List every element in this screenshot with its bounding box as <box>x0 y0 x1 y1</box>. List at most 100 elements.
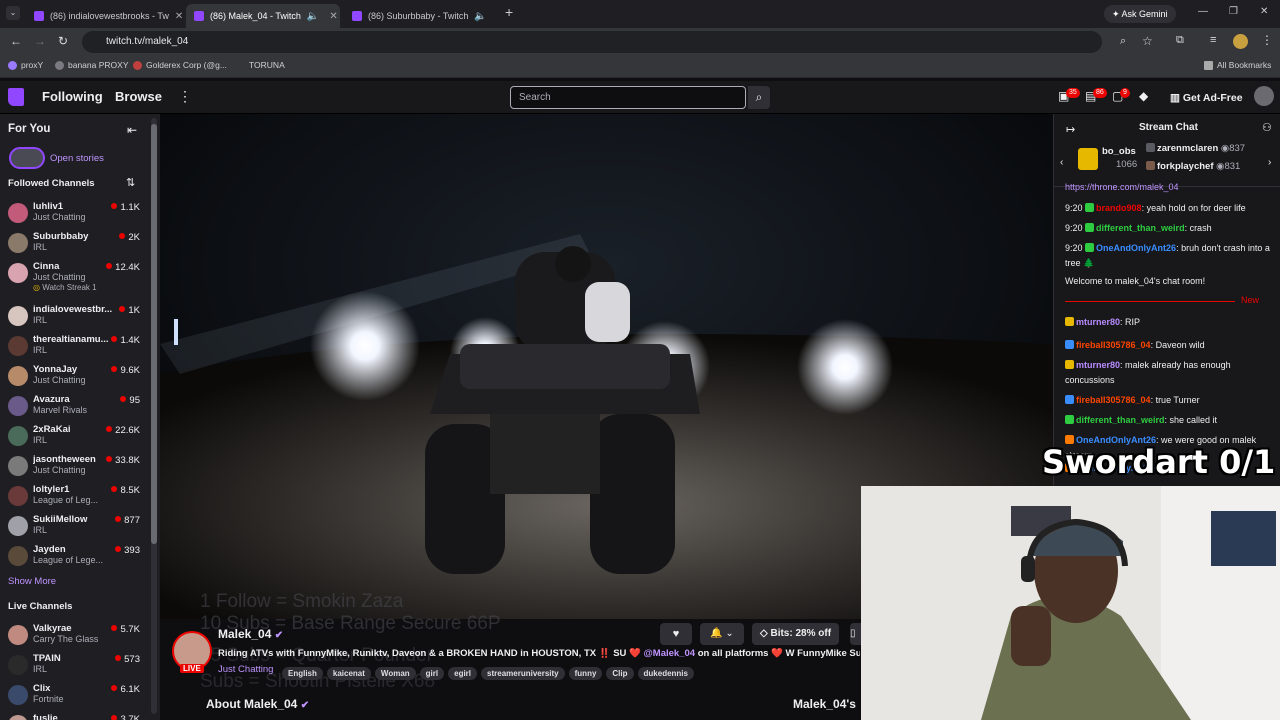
star-icon[interactable]: ☆ <box>1142 34 1153 48</box>
leader-third[interactable]: forkplaychef ◉831 <box>1146 161 1274 175</box>
bookmark-item[interactable]: TORUNA <box>249 60 285 70</box>
sidebar-scrollbar[interactable] <box>151 118 157 714</box>
sidebar-channel-0[interactable]: luhliv1 Just Chatting 1.1K <box>0 200 150 230</box>
tag-chip[interactable]: English <box>282 667 323 680</box>
user-avatar[interactable] <box>1254 86 1274 106</box>
scrollbar-thumb[interactable] <box>151 124 157 544</box>
category-link[interactable]: Just Chatting <box>218 664 273 675</box>
browser-tab-3[interactable]: (86) Suburbbaby - Twitch 🔈 ✕ <box>344 4 498 28</box>
media-icon[interactable]: ≡ <box>1210 34 1216 46</box>
profile-avatar[interactable] <box>1233 34 1248 49</box>
chat-username[interactable]: different_than_weird <box>1096 223 1185 233</box>
search-input[interactable]: Search <box>510 86 746 109</box>
zoom-icon[interactable]: ⌕ <box>1120 35 1126 48</box>
tag-chip[interactable]: egirl <box>448 667 478 680</box>
tag-chip[interactable]: streameruniversity <box>481 667 565 680</box>
bookmark-item[interactable]: Golderex Corp (@g... <box>133 60 227 70</box>
crown-icon[interactable]: ◆ <box>1139 89 1148 103</box>
tag-chip[interactable]: funny <box>568 667 603 680</box>
bits-button[interactable]: ◇ Bits: 28% off <box>752 623 840 645</box>
leader-first[interactable]: bo_obs 1066 <box>1078 146 1142 174</box>
stream-title-mention[interactable]: @Malek_04 <box>644 648 696 659</box>
channel-name: therealtianamu... <box>33 334 109 345</box>
window-close-button[interactable]: ✕ <box>1260 6 1268 17</box>
show-more-link[interactable]: Show More <box>8 576 56 587</box>
badge-icon <box>1085 223 1095 232</box>
chat-username[interactable]: OneAndOnlyAnt26 <box>1096 243 1176 253</box>
tag-chip[interactable]: Woman <box>374 667 416 680</box>
chat-link[interactable]: https://throne.com/malek_04 <box>1065 182 1179 192</box>
all-bookmarks[interactable]: All Bookmarks <box>1204 60 1271 70</box>
browser-tab-2[interactable]: (86) Malek_04 - Twitch 🔈 ✕ <box>186 4 340 28</box>
tag-chip[interactable]: girl <box>419 667 445 680</box>
chat-username[interactable]: different_than_weird <box>1076 415 1165 425</box>
live-channel-0[interactable]: Valkyrae Carry The Glass 5.7K <box>0 622 150 652</box>
bookmark-item[interactable]: proxY <box>8 60 43 70</box>
menu-icon[interactable]: ⋮ <box>1261 33 1273 47</box>
chat-username[interactable]: fireball305786_04 <box>1076 395 1151 405</box>
bookmark-item[interactable]: banana PROXY <box>55 60 128 70</box>
close-icon[interactable]: ✕ <box>491 11 498 22</box>
viewer-count: 573 <box>115 654 140 665</box>
url-field[interactable]: twitch.tv/malek_04 <box>82 31 1102 53</box>
browser-tab-1[interactable]: (86) indialovewestbrooks - Tw ✕ <box>26 4 182 28</box>
twitch-logo-icon[interactable] <box>8 88 24 106</box>
live-channel-1[interactable]: TPAIN IRL 573 <box>0 652 150 682</box>
channel-name[interactable]: Malek_04 ✔ <box>218 627 283 641</box>
get-ad-free-button[interactable]: ▥ Get Ad-Free <box>1164 87 1249 109</box>
sidebar-channel-9[interactable]: loltyler1 League of Leg... 8.5K <box>0 483 150 513</box>
more-icon[interactable]: ⋮ <box>178 88 192 105</box>
forward-icon[interactable]: → <box>34 34 46 48</box>
new-label: New <box>1241 295 1260 305</box>
tag-chip[interactable]: dukedennis <box>637 667 694 680</box>
sidebar-channel-1[interactable]: Suburbbaby IRL 2K <box>0 230 150 260</box>
sidebar-channel-6[interactable]: Avazura Marvel Rivals 95 <box>0 393 150 423</box>
back-icon[interactable]: ← <box>10 34 22 48</box>
sidebar-channel-11[interactable]: Jayden League of Lege... 393 <box>0 543 150 573</box>
leaderboard-prev-icon[interactable]: ‹ <box>1060 157 1063 168</box>
close-icon[interactable]: ✕ <box>323 11 337 22</box>
open-stories-link[interactable]: Open stories <box>50 153 104 164</box>
minimize-button[interactable]: — <box>1198 6 1208 17</box>
leader-second[interactable]: zarenmclaren ◉837 <box>1146 143 1274 157</box>
sort-icon[interactable]: ⇅ <box>126 176 135 189</box>
tag-chip[interactable]: kaicenat <box>326 667 371 680</box>
maximize-button[interactable]: ❐ <box>1229 6 1238 17</box>
tag-chip[interactable]: Clip <box>606 667 634 680</box>
sidebar-channel-7[interactable]: 2xRaKai IRL 22.6K <box>0 423 150 453</box>
chat-username[interactable]: fireball305786_04 <box>1076 340 1151 350</box>
sidebar-channel-2[interactable]: Cinna Just Chatting 12.4K ◎ Watch Streak 1 <box>0 260 150 292</box>
chat-username[interactable]: mturner80 <box>1076 317 1120 327</box>
close-icon[interactable]: ✕ <box>169 11 182 22</box>
extensions-icon[interactable]: ⧉ <box>1176 34 1184 47</box>
chat-username[interactable]: mturner80 <box>1076 360 1120 370</box>
sidebar-channel-4[interactable]: therealtianamu... IRL 1.4K <box>0 333 150 363</box>
chat-username[interactable]: brando908 <box>1096 203 1142 213</box>
search-icon[interactable]: ⌕ <box>748 86 770 109</box>
sidebar-channel-10[interactable]: SukiiMellow IRL 877 <box>0 513 150 543</box>
chat-bubble-icon[interactable]: ▢ 9 <box>1112 88 1130 103</box>
channel-name: SukiiMellow <box>33 514 88 525</box>
reload-icon[interactable]: ↻ <box>58 34 68 48</box>
live-channel-3[interactable]: fuslie 3.7K <box>0 712 150 720</box>
tab-search-icon[interactable]: ⌄ <box>6 6 20 20</box>
sidebar-channel-3[interactable]: indialovewestbr... IRL 1K <box>0 303 150 333</box>
users-icon[interactable]: ⚇ <box>1262 121 1272 134</box>
collapse-chat-icon[interactable]: ↦ <box>1066 123 1075 136</box>
live-channel-2[interactable]: Clix Fortnite 6.1K <box>0 682 150 712</box>
notification-bell-button[interactable]: 🔔 ⌄ <box>700 623 744 645</box>
whispers-icon[interactable]: ▤ 86 <box>1085 88 1107 103</box>
stories-avatars[interactable] <box>9 147 45 169</box>
twitch-favicon-icon <box>194 11 204 21</box>
sidebar-channel-5[interactable]: YonnaJay Just Chatting 9.6K <box>0 363 150 393</box>
follow-heart-button[interactable]: ♥ <box>660 623 692 645</box>
new-tab-button[interactable]: + <box>505 4 513 20</box>
nav-browse[interactable]: Browse <box>115 89 162 104</box>
collapse-sidebar-icon[interactable]: ⇤ <box>127 123 137 137</box>
ask-gemini-button[interactable]: ✦ Ask Gemini <box>1104 5 1176 23</box>
sidebar-channel-8[interactable]: jasontheween Just Chatting 33.8K <box>0 453 150 483</box>
nav-following[interactable]: Following <box>42 89 103 104</box>
speaker-icon[interactable]: 🔈 <box>301 11 319 22</box>
speaker-icon[interactable]: 🔈 <box>468 11 486 22</box>
inbox-icon[interactable]: ▣ 35 <box>1058 88 1080 103</box>
